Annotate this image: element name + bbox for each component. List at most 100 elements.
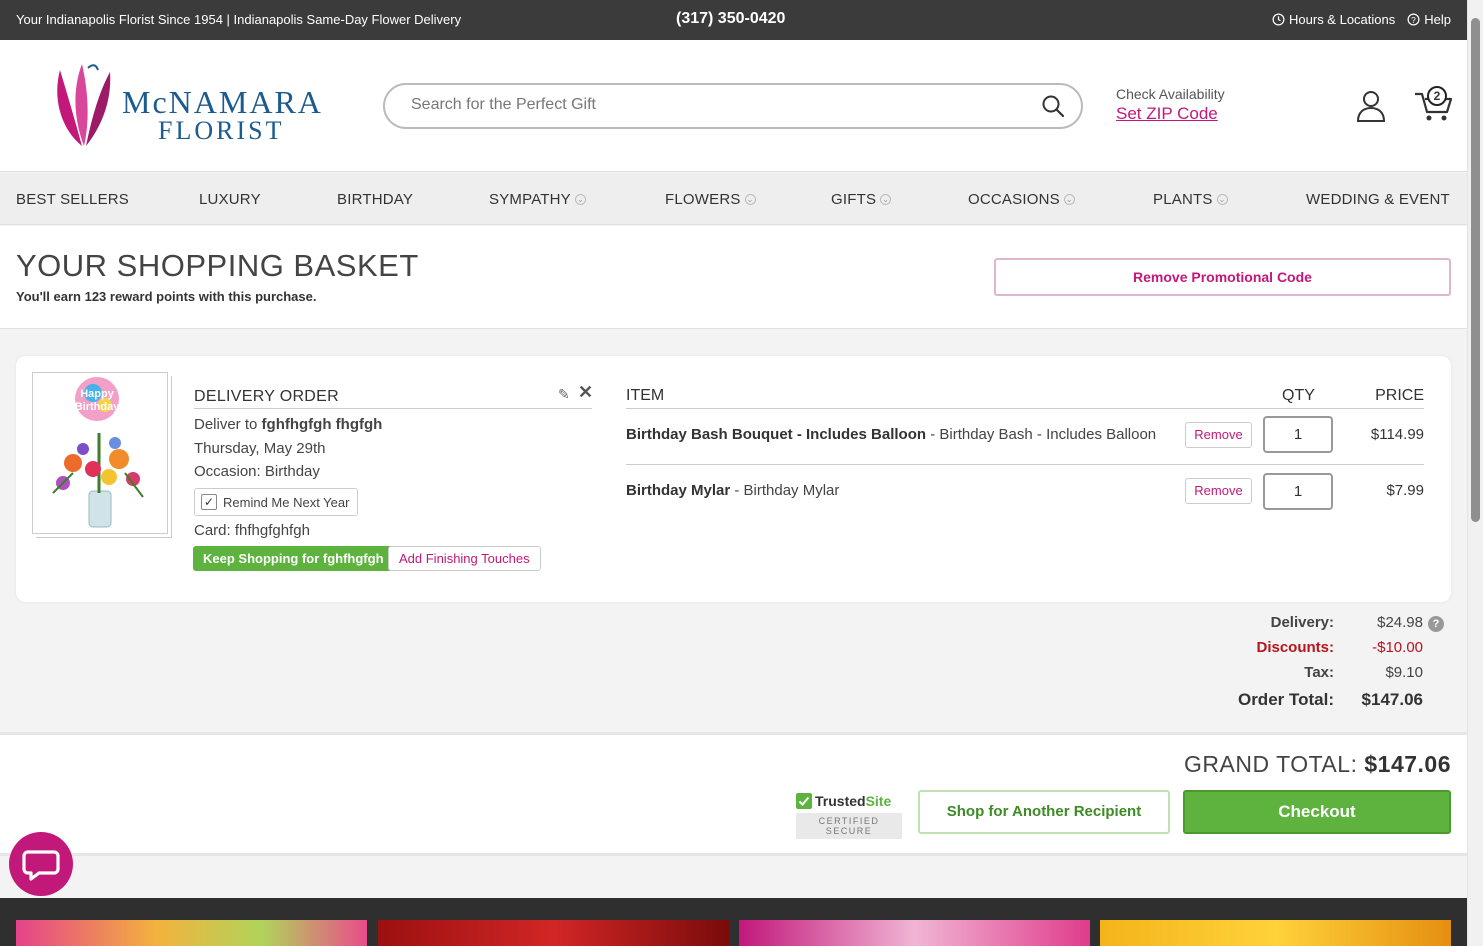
main-nav: BEST SELLERS LUXURY BIRTHDAY SYMPATHY ⌄ F… xyxy=(0,173,1467,225)
discount-value: -$10.00 xyxy=(1372,639,1423,656)
card-message: Card: fhfhgfghfgh xyxy=(194,522,310,539)
nav-label: GIFTS xyxy=(831,191,877,208)
basket-header: YOUR SHOPPING BASKET You'll earn 123 rew… xyxy=(0,226,1467,329)
delivery-date: Thursday, May 29th xyxy=(194,440,326,457)
check-availability-label: Check Availability xyxy=(1116,86,1225,102)
order-total-value: $147.06 xyxy=(1361,690,1423,709)
nav-sympathy[interactable]: SYMPATHY ⌄ xyxy=(489,191,586,208)
occasion: Occasion: Birthday xyxy=(194,463,320,480)
tulip-logo-icon xyxy=(57,64,111,146)
item-title: Birthday Bash Bouquet - Includes Balloon xyxy=(626,426,927,443)
balloon-text-happy: Happy xyxy=(80,388,115,400)
top-links: Hours & Locations ? Help xyxy=(1272,12,1451,27)
price-column-header: PRICE xyxy=(1375,387,1424,404)
order-total-label: Order Total: xyxy=(1237,690,1334,709)
chevron-down-icon: ⌄ xyxy=(1063,194,1075,205)
checkout-button[interactable]: Checkout xyxy=(1183,790,1451,834)
nav-occasions[interactable]: OCCASIONS ⌄ xyxy=(968,191,1075,208)
divider xyxy=(626,464,1424,465)
certified-secure-text: CERTIFIED SECURE xyxy=(796,813,902,839)
tax-value: $9.10 xyxy=(1385,664,1423,681)
nav-birthday[interactable]: BIRTHDAY xyxy=(337,191,413,208)
site-text: Site xyxy=(865,793,892,809)
logo-text-florist: FLORIST xyxy=(158,116,285,145)
nav-luxury[interactable]: LUXURY xyxy=(199,191,261,208)
delivery-fee-label: Delivery: xyxy=(1270,614,1334,631)
item-price: $7.99 xyxy=(1386,482,1424,499)
trustedsite-logo: TrustedSite xyxy=(796,793,902,809)
nav-plants[interactable]: PLANTS ⌄ xyxy=(1153,191,1228,208)
trustedsite-badge[interactable]: TrustedSite CERTIFIED SECURE xyxy=(796,793,902,839)
chevron-down-icon: ⌄ xyxy=(1216,194,1228,205)
nav-label: PLANTS xyxy=(1153,191,1213,208)
zip-check: Check Availability Set ZIP Code xyxy=(1116,86,1225,124)
remove-promo-code-button[interactable]: Remove Promotional Code xyxy=(994,258,1451,296)
delivery-fee-value: $24.98 xyxy=(1377,614,1423,631)
help-icon: ? xyxy=(1407,13,1420,26)
nav-flowers[interactable]: FLOWERS ⌄ xyxy=(665,191,756,208)
help-link[interactable]: ? Help xyxy=(1407,12,1451,27)
promo-image-red-roses[interactable] xyxy=(378,920,729,946)
quantity-input[interactable]: 1 xyxy=(1263,416,1333,453)
nav-label: WEDDING & EVENT xyxy=(1306,191,1450,208)
shop-another-recipient-button[interactable]: Shop for Another Recipient xyxy=(918,790,1170,834)
set-zip-link[interactable]: Set ZIP Code xyxy=(1116,104,1225,124)
promo-image-pink-bouquet[interactable] xyxy=(739,920,1090,946)
promo-image-sunflowers[interactable] xyxy=(1100,920,1451,946)
divider xyxy=(626,408,1424,409)
page-scrollbar[interactable] xyxy=(1467,0,1483,946)
help-icon[interactable]: ? xyxy=(1428,616,1444,632)
check-shield-icon xyxy=(796,793,812,809)
chat-button[interactable] xyxy=(9,832,73,896)
nav-label: BEST SELLERS xyxy=(16,191,130,208)
remind-label: Remind Me Next Year xyxy=(223,494,350,510)
nav-best-sellers[interactable]: BEST SELLERS xyxy=(16,191,129,208)
balloon-text-birthday: Birthday xyxy=(75,401,121,413)
phone-number[interactable]: (317) 350-0420 xyxy=(676,10,785,28)
add-finishing-touches-button[interactable]: Add Finishing Touches xyxy=(388,546,541,571)
divider xyxy=(194,408,592,409)
scrollbar-thumb[interactable] xyxy=(1471,18,1480,522)
pencil-icon[interactable]: ✎ xyxy=(558,386,570,403)
item-variant: - Birthday Bash - Includes Balloon xyxy=(926,426,1157,443)
delivery-order-title: DELIVERY ORDER xyxy=(194,388,339,405)
product-thumbnail[interactable]: Happy Birthday xyxy=(32,372,168,534)
item-title: Birthday Mylar xyxy=(626,482,731,499)
quantity-input[interactable]: 1 xyxy=(1263,473,1333,510)
nav-label: BIRTHDAY xyxy=(337,191,414,208)
page-title: YOUR SHOPPING BASKET xyxy=(16,248,419,283)
promo-image-pink-flowers[interactable] xyxy=(16,920,367,946)
remove-item-button[interactable]: Remove xyxy=(1185,422,1252,448)
remove-item-button[interactable]: Remove xyxy=(1185,478,1252,504)
help-label: Help xyxy=(1424,12,1451,27)
nav-gifts[interactable]: GIFTS ⌄ xyxy=(831,191,892,208)
search-icon[interactable] xyxy=(1041,94,1065,118)
hours-locations-link[interactable]: Hours & Locations xyxy=(1272,12,1395,27)
close-icon[interactable]: ✕ xyxy=(578,382,593,403)
site-header: McNAMARA FLORIST Check Availability Set … xyxy=(0,40,1467,172)
grand-total-value: $147.06 xyxy=(1364,751,1451,777)
reward-points-text: You'll earn 123 reward points with this … xyxy=(16,289,317,304)
logo[interactable]: McNAMARA FLORIST xyxy=(52,60,322,152)
search-input[interactable] xyxy=(409,95,1009,115)
chevron-down-icon: ⌄ xyxy=(744,194,756,205)
item-price: $114.99 xyxy=(1370,426,1424,443)
nav-wedding-event[interactable]: WEDDING & EVENT xyxy=(1306,191,1450,208)
remind-me-checkbox[interactable]: ✓ Remind Me Next Year xyxy=(194,488,358,516)
chevron-down-icon: ⌄ xyxy=(880,194,892,205)
checkmark-icon: ✓ xyxy=(201,494,217,510)
item-variant: - Birthday Mylar xyxy=(730,482,840,499)
qty-column-header: QTY xyxy=(1282,387,1315,404)
keep-shopping-button[interactable]: Keep Shopping for fghfhgfgh xyxy=(193,546,394,571)
cart-button[interactable]: 2 xyxy=(1414,86,1454,127)
checkout-bar: GRAND TOTAL: $147.06 TrustedSite CERTIFI… xyxy=(0,732,1467,856)
clock-icon xyxy=(1272,13,1285,26)
tax-label: Tax: xyxy=(1304,664,1334,681)
top-bar: Your Indianapolis Florist Since 1954 | I… xyxy=(0,0,1467,40)
nav-label: FLOWERS xyxy=(665,191,741,208)
account-icon[interactable] xyxy=(1356,90,1386,122)
discount-label: Discounts: xyxy=(1256,639,1334,656)
grand-total: GRAND TOTAL: $147.06 xyxy=(1184,751,1451,778)
deliver-to: Deliver to fghfhgfgh fhgfgh xyxy=(194,416,382,433)
nav-label: OCCASIONS xyxy=(968,191,1060,208)
